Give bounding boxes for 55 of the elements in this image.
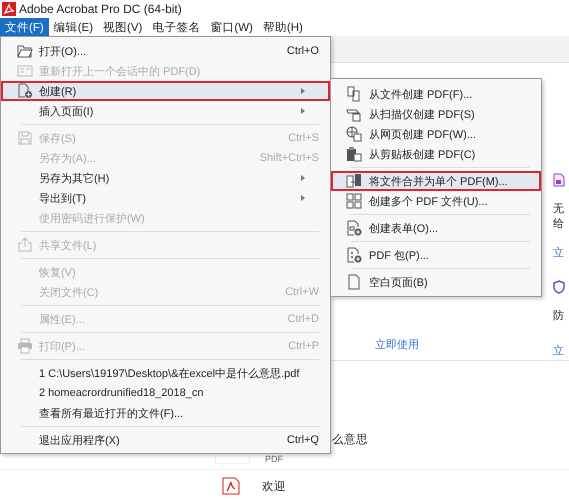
blank-page-icon bbox=[346, 274, 362, 290]
document-icon bbox=[17, 63, 33, 79]
globe-icon bbox=[346, 126, 362, 142]
menu-bar-item[interactable]: 文件(F) bbox=[0, 18, 49, 36]
file-name[interactable]: 么意思 bbox=[332, 432, 368, 447]
card-text: 防 bbox=[553, 309, 565, 323]
menu-item[interactable]: 导出到(T) bbox=[1, 188, 330, 208]
menu-bar-item[interactable]: 帮助(H) bbox=[258, 18, 308, 36]
package-plus-icon bbox=[346, 247, 362, 263]
card-text: 给 bbox=[553, 217, 565, 231]
menu-bar-item[interactable]: 电子签名 bbox=[147, 18, 206, 36]
menu-bar-item[interactable]: 视图(V) bbox=[98, 18, 148, 36]
caret-icon bbox=[301, 108, 305, 114]
menu-item[interactable]: 插入页面(I) bbox=[1, 101, 330, 121]
folder-icon bbox=[17, 43, 33, 59]
caret-icon bbox=[301, 88, 305, 94]
document-plus-icon bbox=[17, 83, 33, 99]
menu-item[interactable]: 将文件合并为单个 PDF(M)... bbox=[331, 171, 541, 191]
share-icon bbox=[17, 237, 33, 253]
shield-icon bbox=[553, 280, 565, 294]
save-icon bbox=[17, 130, 33, 146]
window-title: Adobe Acrobat Pro DC (64-bit) bbox=[19, 2, 182, 16]
menu-bar-item[interactable]: 编辑(E) bbox=[48, 18, 98, 36]
menu-item[interactable]: 1 C:\Users\19197\Desktop\&在excel中是什么意思.pdf bbox=[1, 363, 330, 383]
menu-item[interactable]: 从网页创建 PDF(W)... bbox=[331, 124, 541, 144]
use-now-link[interactable]: 立 bbox=[553, 343, 569, 358]
card-text: 无 bbox=[553, 202, 565, 216]
use-now-link[interactable]: 立即使用 bbox=[375, 337, 541, 352]
combine-icon bbox=[346, 173, 362, 189]
menu-item[interactable]: 从剪贴板创建 PDF(C) bbox=[331, 144, 541, 164]
welcome-text: 欢迎 bbox=[262, 479, 286, 494]
menu-item[interactable]: 创建表单(O)... bbox=[331, 218, 541, 238]
menu-item[interactable]: 创建多个 PDF 文件(U)... bbox=[331, 191, 541, 211]
printer-icon bbox=[17, 338, 33, 354]
menu-item[interactable]: 另存为其它(H) bbox=[1, 168, 330, 188]
caret-icon bbox=[301, 195, 305, 201]
documents-icon bbox=[346, 86, 362, 102]
menu-item[interactable]: 从文件创建 PDF(F)... bbox=[331, 84, 541, 104]
document-icon bbox=[553, 173, 565, 187]
pdf-file-icon bbox=[222, 477, 240, 495]
menu-item[interactable]: 空白页面(B) bbox=[331, 272, 541, 292]
file-type: PDF bbox=[265, 454, 284, 464]
menu-item[interactable]: 创建(R) bbox=[1, 81, 330, 101]
menu-item[interactable]: 2 homeacrordrunified18_2018_cn bbox=[1, 383, 330, 403]
menu-bar-item[interactable]: 窗口(W) bbox=[205, 18, 258, 36]
menu-item[interactable]: 退出应用程序(X) Ctrl+Q bbox=[1, 430, 330, 450]
multiple-documents-icon bbox=[346, 193, 362, 209]
caret-icon bbox=[301, 175, 305, 181]
menu-item[interactable]: PDF 包(P)... bbox=[331, 245, 541, 265]
menu-item[interactable]: 打开(O)... Ctrl+O bbox=[1, 41, 330, 61]
use-now-link[interactable]: 立 bbox=[553, 245, 569, 260]
menu-item[interactable]: 查看所有最近打开的文件(F)... bbox=[1, 403, 330, 423]
menu-item[interactable]: 从扫描仪创建 PDF(S) bbox=[331, 104, 541, 124]
clipboard-icon bbox=[346, 146, 362, 162]
form-plus-icon bbox=[346, 220, 362, 236]
